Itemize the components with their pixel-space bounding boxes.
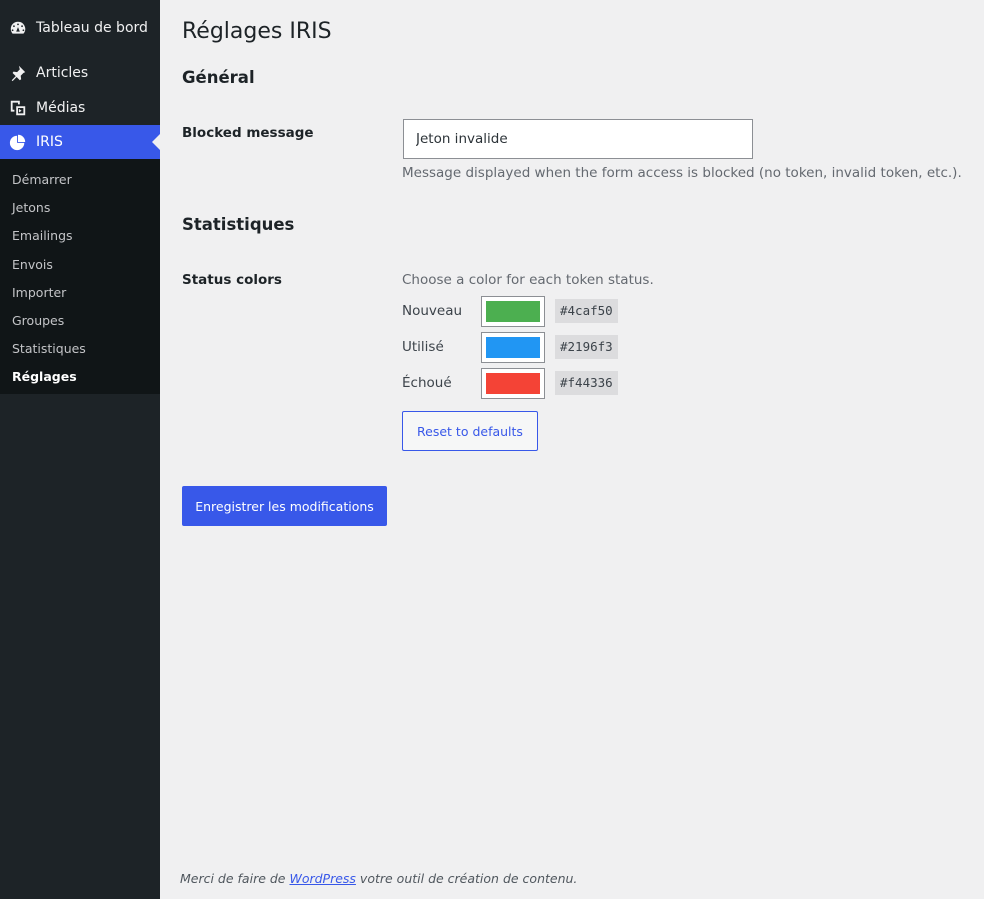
status-colors-description: Choose a color for each token status. [402, 272, 654, 288]
footer-text-before: Merci de faire de [180, 871, 290, 886]
hex-code-utilise: #2196f3 [555, 335, 618, 359]
admin-footer: Merci de faire de WordPress votre outil … [180, 871, 577, 886]
section-title-statistiques: Statistiques [182, 215, 295, 234]
section-title-general: Général [182, 68, 255, 87]
submenu-item-jetons[interactable]: Jetons [12, 200, 50, 215]
dashboard-icon [8, 18, 28, 38]
wordpress-link[interactable]: WordPress [289, 871, 355, 886]
admin-sidebar: Tableau de bord Articles Médias IRIS Dém… [0, 0, 160, 899]
hex-code-nouveau: #4caf50 [555, 299, 618, 323]
submenu-item-groupes[interactable]: Groupes [12, 313, 64, 328]
submenu-item-demarrer[interactable]: Démarrer [12, 172, 72, 187]
color-picker-utilise[interactable] [481, 332, 545, 363]
color-swatch-nouveau [486, 301, 540, 322]
pin-icon [8, 63, 28, 83]
page-title: Réglages IRIS [182, 19, 332, 44]
menu-item-label: Articles [36, 65, 89, 81]
iris-submenu: Démarrer Jetons Emailings Envois Importe… [0, 159, 160, 394]
menu-item-iris[interactable]: IRIS [0, 125, 160, 159]
color-picker-nouveau[interactable] [481, 296, 545, 327]
menu-item-label: Médias [36, 100, 86, 116]
hex-code-echoue: #f44336 [555, 371, 618, 395]
save-changes-button[interactable]: Enregistrer les modifications [182, 486, 387, 526]
status-label-utilise: Utilisé [402, 339, 444, 355]
submenu-item-emailings[interactable]: Emailings [12, 228, 73, 243]
chart-pie-icon [8, 132, 28, 152]
submenu-item-reglages[interactable]: Réglages [12, 369, 77, 384]
status-colors-label: Status colors [182, 272, 282, 288]
color-swatch-echoue [486, 373, 540, 394]
submenu-item-importer[interactable]: Importer [12, 285, 66, 300]
menu-item-articles[interactable]: Articles [0, 55, 160, 91]
menu-item-label: Tableau de bord [36, 20, 148, 36]
menu-item-medias[interactable]: Médias [0, 90, 160, 126]
menu-item-dashboard[interactable]: Tableau de bord [0, 10, 160, 46]
footer-text-after: votre outil de création de contenu. [355, 871, 578, 886]
color-swatch-utilise [486, 337, 540, 358]
blocked-message-input[interactable] [403, 119, 753, 159]
blocked-message-description: Message displayed when the form access i… [402, 165, 962, 181]
status-label-nouveau: Nouveau [402, 303, 463, 319]
color-picker-echoue[interactable] [481, 368, 545, 399]
status-label-echoue: Échoué [402, 375, 452, 391]
menu-item-label: IRIS [36, 134, 63, 150]
submenu-item-statistiques[interactable]: Statistiques [12, 341, 86, 356]
media-icon [8, 98, 28, 118]
reset-defaults-button[interactable]: Reset to defaults [402, 411, 538, 451]
submenu-item-envois[interactable]: Envois [12, 257, 53, 272]
blocked-message-label: Blocked message [182, 125, 314, 141]
